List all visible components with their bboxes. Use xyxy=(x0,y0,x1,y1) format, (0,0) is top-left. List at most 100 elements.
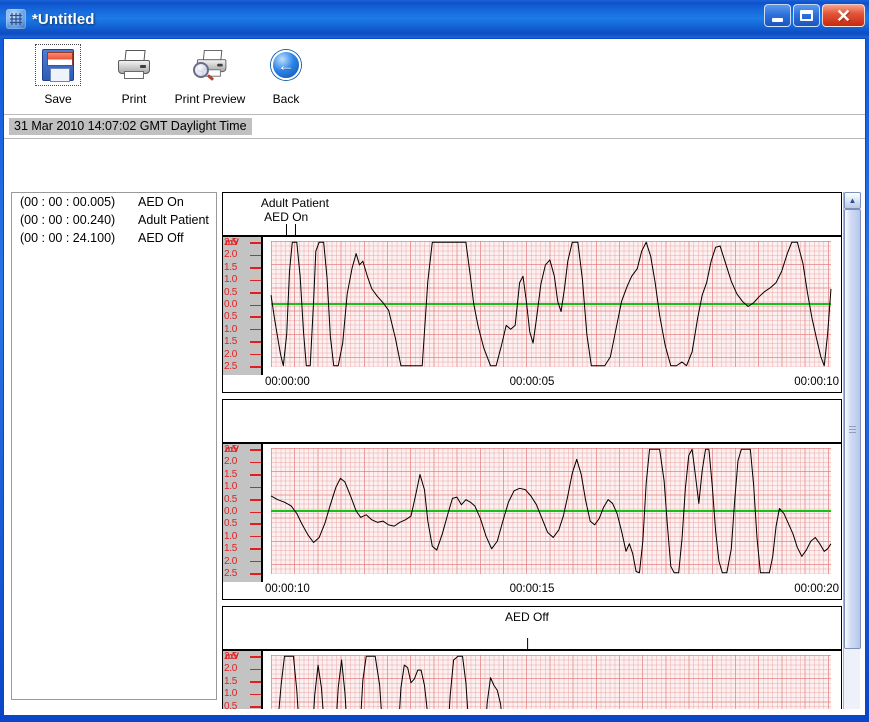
y-tick-mark xyxy=(250,473,261,476)
y-tick-label: 0.5 xyxy=(224,286,238,298)
y-tick-mark xyxy=(250,449,261,451)
y-tick-label: 2.0 xyxy=(224,348,238,360)
y-tick-label: 2.5 xyxy=(224,444,238,455)
y-axis-tick: 0.5 xyxy=(223,493,263,505)
y-axis-tick: 0.5 xyxy=(223,519,263,529)
y-axis-tick: 1.5 xyxy=(223,468,263,480)
x-tick-label: 00:00:20 xyxy=(794,583,839,595)
y-axis-tick: 2.5 xyxy=(223,652,263,662)
y-tick-mark xyxy=(250,341,261,344)
y-tick-mark xyxy=(250,279,261,281)
minimize-button[interactable] xyxy=(764,4,791,27)
window-title: *Untitled xyxy=(32,10,95,28)
print-preview-button[interactable]: Print Preview xyxy=(172,39,248,106)
strip-annotation: AED Off xyxy=(505,610,549,649)
back-button[interactable]: ← Back xyxy=(248,39,324,106)
y-tick-mark xyxy=(250,656,261,658)
strip-annotation: Adult Patient xyxy=(261,196,329,235)
bottom-filler xyxy=(4,709,865,715)
y-tick-label: 2.0 xyxy=(224,249,238,261)
ecg-strip-panel: Adult Patient AED On mV 2.5 2.0 1.5 1.0 0.5 0.0 0… xyxy=(222,192,842,715)
main-content: (00 : 00 : 00.005) AED On (00 : 00 : 00.24… xyxy=(4,140,865,715)
minimize-icon xyxy=(772,17,783,22)
print-button[interactable]: Print xyxy=(96,39,172,106)
y-axis: mV2.52.01.51.00.50.00.51.01.52.02.5 xyxy=(223,651,263,715)
y-axis-tick: 2.5 xyxy=(223,569,263,579)
x-tick-label: 00:00:10 xyxy=(794,376,839,388)
trace-area: mV2.52.01.51.00.50.00.51.01.52.02.5 xyxy=(223,651,841,715)
vscroll-track[interactable] xyxy=(844,209,861,715)
y-tick-label: 2.5 xyxy=(224,651,238,662)
printer-icon xyxy=(112,45,156,85)
y-axis-tick: 1.0 xyxy=(223,689,263,699)
y-tick-label: 2.5 xyxy=(224,361,238,372)
y-tick-mark xyxy=(250,498,261,501)
y-tick-mark xyxy=(250,486,261,488)
close-icon: ✕ xyxy=(835,5,852,26)
y-axis-tick: 2.0 xyxy=(223,457,263,467)
vscroll-thumb[interactable] xyxy=(844,209,861,649)
print-button-label: Print xyxy=(121,92,147,106)
y-tick-label: 2.5 xyxy=(224,568,238,579)
scroll-up-button[interactable]: ▲ xyxy=(844,192,861,209)
y-tick-label: 0.5 xyxy=(224,493,238,505)
ecg-waveform xyxy=(270,448,832,574)
ecg-strip: mV 2.5 2.0 1.5 1.0 0.5 0.0 0.5 1.0 1.5 2.0 2.5 00:00… xyxy=(222,399,842,600)
y-axis-tick: 1.5 xyxy=(223,262,263,273)
strip-annotation: AED On xyxy=(264,210,308,235)
y-tick-label: 0.0 xyxy=(224,506,238,517)
annotation-band xyxy=(223,400,841,444)
printer-magnifier-icon xyxy=(188,45,232,85)
y-tick-label: 0.0 xyxy=(224,299,238,310)
y-tick-label: 2.0 xyxy=(224,555,238,567)
floppy-disk-icon xyxy=(35,44,81,86)
plot-area xyxy=(263,444,841,582)
y-axis-tick: 2.0 xyxy=(223,250,263,260)
y-tick-mark xyxy=(250,304,261,306)
y-tick-label: 1.5 xyxy=(224,675,238,687)
print-preview-button-label: Print Preview xyxy=(174,92,246,106)
y-axis-tick: 2.0 xyxy=(223,664,263,674)
vscroll-grip xyxy=(849,425,856,433)
event-row[interactable]: (00 : 00 : 24.100) AED Off xyxy=(12,229,216,247)
y-axis-tick: 0.0 xyxy=(223,300,263,310)
save-button[interactable]: Save xyxy=(20,39,96,106)
title-bar: *Untitled ✕ xyxy=(0,0,869,38)
y-tick-label: 1.0 xyxy=(224,530,238,542)
y-tick-label: 1.0 xyxy=(224,274,238,286)
y-axis-tick: 2.0 xyxy=(223,555,263,567)
x-tick-label: 00:00:10 xyxy=(265,583,310,595)
y-axis-tick: 1.0 xyxy=(223,530,263,542)
y-axis-tick: 2.5 xyxy=(223,445,263,455)
app-icon-glyph xyxy=(10,13,22,25)
ecg-waveform xyxy=(270,241,832,367)
y-axis-tick: 0.5 xyxy=(223,286,263,298)
y-tick-mark xyxy=(250,254,261,256)
y-tick-mark xyxy=(250,291,261,294)
event-row[interactable]: (00 : 00 : 00.005) AED On xyxy=(12,193,216,211)
y-axis-tick: 1.5 xyxy=(223,337,263,347)
event-time: (00 : 00 : 00.240) xyxy=(20,213,116,227)
y-tick-mark xyxy=(250,536,261,538)
y-tick-label: 1.0 xyxy=(224,323,238,335)
x-tick-label: 00:00:05 xyxy=(509,376,555,388)
y-axis-tick: 1.0 xyxy=(223,275,263,285)
maximize-button[interactable] xyxy=(793,4,820,27)
annotation-band: AED Off xyxy=(223,607,841,651)
y-tick-mark xyxy=(250,366,261,368)
event-row[interactable]: (00 : 00 : 00.240) Adult Patient xyxy=(12,211,216,229)
plot-area xyxy=(263,651,841,715)
y-tick-mark xyxy=(250,316,261,319)
y-tick-label: 1.5 xyxy=(224,468,238,480)
close-button[interactable]: ✕ xyxy=(822,4,865,27)
y-tick-mark xyxy=(250,573,261,575)
app-icon xyxy=(6,9,26,29)
event-list-panel[interactable]: (00 : 00 : 00.005) AED On (00 : 00 : 00.24… xyxy=(11,192,217,700)
y-axis-tick: 1.0 xyxy=(223,482,263,492)
ecg-vscrollbar[interactable]: ▲ ▼ xyxy=(843,192,861,715)
y-tick-label: 1.0 xyxy=(224,481,238,493)
y-tick-label: 2.0 xyxy=(224,456,238,468)
back-button-label: Back xyxy=(272,92,300,106)
y-axis-tick: 1.5 xyxy=(223,675,263,687)
event-label: AED Off xyxy=(138,231,184,245)
